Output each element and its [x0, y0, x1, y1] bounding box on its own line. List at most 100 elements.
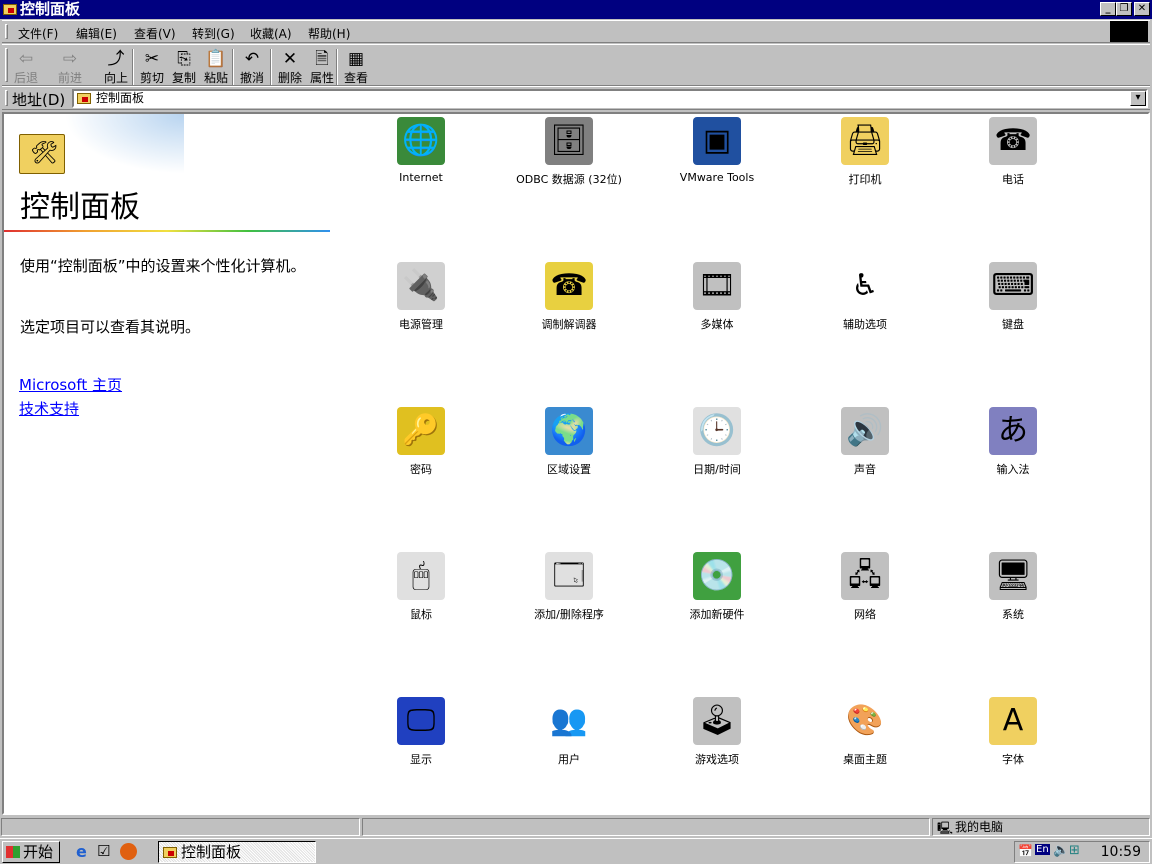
item-label: 日期/时间	[693, 463, 741, 476]
toolbar-separator	[132, 49, 134, 85]
color-divider	[4, 230, 330, 232]
item-label: 桌面主题	[843, 753, 887, 766]
start-button[interactable]: 开始	[2, 841, 60, 863]
toolbar-label: 查看	[343, 71, 368, 85]
control-panel-item[interactable]: 🌐 Internet	[351, 117, 491, 184]
item-label: ODBC 数据源 (32位)	[516, 173, 622, 186]
keys-icon: 🔑	[397, 407, 445, 455]
power-management-icon: 🔌	[397, 262, 445, 310]
input-language-indicator[interactable]: En	[1035, 844, 1050, 855]
address-bar: 地址(D) 控制面板 ▾	[2, 86, 1150, 110]
control-panel-item[interactable]: 🌍 区域设置	[499, 407, 639, 477]
item-label: 电源管理	[399, 318, 443, 331]
toolbar-paste-button[interactable]: 📋 粘贴	[200, 49, 232, 86]
control-panel-item[interactable]: ▣ VMware Tools	[647, 117, 787, 184]
toolbar-undo-button[interactable]: ↶ 撤消	[236, 49, 268, 86]
control-panel-item[interactable]: 🔊 声音	[795, 407, 935, 477]
menu-help[interactable]: 帮助(H)	[308, 25, 350, 42]
control-panel-item[interactable]: 🖥 系统	[943, 552, 1083, 622]
item-label: 多媒体	[700, 318, 734, 331]
control-panel-item[interactable]: 🎞 多媒体	[647, 262, 787, 332]
control-panel-item[interactable]: 💿 添加新硬件	[647, 552, 787, 622]
firefox-icon[interactable]	[120, 843, 137, 860]
item-label: 电话	[1002, 173, 1024, 186]
control-panel-item[interactable]: 🗄 ODBC 数据源 (32位)	[499, 117, 639, 187]
menu-goto[interactable]: 转到(G)	[192, 25, 235, 42]
outlook-express-icon[interactable]: ☑	[97, 842, 110, 860]
item-label: 添加/删除程序	[534, 608, 604, 621]
control-panel-item[interactable]: ☎ 调制解调器	[499, 262, 639, 332]
toolbar-scissors-button[interactable]: ✂ 剪切	[136, 49, 168, 86]
view-icon: ▦	[347, 49, 365, 69]
sound-speaker-icon: 🔊	[841, 407, 889, 455]
toolbar-properties-button[interactable]: 🗎 属性	[306, 49, 338, 86]
address-value: 控制面板	[96, 91, 145, 105]
close-button[interactable]: ✕	[1134, 2, 1150, 16]
back-arrow-icon: ⇦	[18, 49, 34, 69]
accessibility-icon: ♿	[841, 262, 889, 310]
item-label: VMware Tools	[679, 171, 755, 184]
control-panel-item[interactable]: ♿ 辅助选项	[795, 262, 935, 332]
control-panel-item[interactable]: ☎ 电话	[943, 117, 1083, 187]
toolbar-label: 粘贴	[203, 71, 228, 85]
control-panel-item[interactable]: 🖵 显示	[351, 697, 491, 767]
toolbar-delete-button[interactable]: ✕ 删除	[274, 49, 306, 86]
toolbar-forward-arrow-button[interactable]: ⇨ 前进	[54, 49, 86, 86]
control-panel-item[interactable]: 🎨 桌面主题	[795, 697, 935, 767]
item-label: 网络	[854, 608, 876, 621]
toolbar-label: 剪切	[139, 71, 164, 85]
control-panel-item[interactable]: 🕒 日期/时间	[647, 407, 787, 477]
odbc-database-icon: 🗄	[545, 117, 593, 165]
menu-edit[interactable]: 编辑(E)	[76, 25, 117, 42]
volume-icon[interactable]: 🔈	[1053, 843, 1069, 858]
microsoft-home-link[interactable]: Microsoft 主页	[19, 374, 122, 395]
control-panel-item[interactable]: 🖨 打印机	[795, 117, 935, 187]
menu-bar: 文件(F) 编辑(E) 查看(V) 转到(G) 收藏(A) 帮助(H)	[2, 20, 1150, 43]
toolbar-copy-button[interactable]: ⎘ 复制	[168, 49, 200, 86]
content-area: 控制面板 使用“控制面板”中的设置来个性化计算机。 选定项目可以查看其说明。 M…	[2, 112, 1150, 815]
toolbar-up-folder-button[interactable]: ⤴ 向上	[100, 49, 132, 86]
toolbar-back-arrow-button[interactable]: ⇦ 后退	[10, 49, 42, 86]
title-bar: 控制面板 _ ❐ ✕	[0, 0, 1152, 19]
network-tray-icon[interactable]: ⊞	[1069, 843, 1080, 858]
toolbar-label: 撤消	[239, 71, 264, 85]
taskbar-task-control-panel[interactable]: 控制面板	[158, 841, 316, 863]
address-input[interactable]: 控制面板 ▾	[72, 89, 1148, 108]
address-dropdown-button[interactable]: ▾	[1130, 91, 1146, 106]
scheduler-icon[interactable]: 📅	[1018, 844, 1033, 858]
control-panel-item[interactable]: 🖧 网络	[795, 552, 935, 622]
menu-view[interactable]: 查看(V)	[134, 25, 176, 42]
status-pane-2	[362, 818, 930, 836]
minimize-button[interactable]: _	[1100, 2, 1116, 16]
menu-file[interactable]: 文件(F)	[18, 25, 58, 42]
control-panel-item[interactable]: 🕹 游戏选项	[647, 697, 787, 767]
item-label: 辅助选项	[843, 318, 887, 331]
copy-icon: ⎘	[177, 49, 191, 69]
users-icon: 👥	[545, 697, 593, 745]
control-panel-item[interactable]: 👥 用户	[499, 697, 639, 767]
control-panel-item[interactable]: 🔑 密码	[351, 407, 491, 477]
control-panel-item[interactable]: 🗔 添加/删除程序	[499, 552, 639, 622]
menu-favorites[interactable]: 收藏(A)	[250, 25, 292, 42]
control-panel-item[interactable]: 🔌 电源管理	[351, 262, 491, 332]
keyboard-icon: ⌨	[989, 262, 1037, 310]
status-bar: 🖳 我的电脑	[0, 817, 1152, 837]
ie-icon[interactable]: e	[76, 842, 87, 861]
telephone-icon: ☎	[989, 117, 1037, 165]
control-panel-item[interactable]: A 字体	[943, 697, 1083, 767]
windows-logo	[1110, 21, 1148, 42]
control-panel-icon	[163, 847, 177, 858]
item-label: 键盘	[1002, 318, 1024, 331]
system-tray: 📅 En 🔈 ⊞ 10:59	[1014, 841, 1150, 863]
control-panel-item[interactable]: あ输入法	[943, 407, 1083, 477]
toolbar-view-button[interactable]: ▦ 查看	[340, 49, 372, 86]
restore-button[interactable]: ❐	[1116, 2, 1132, 16]
control-panel-icon	[3, 4, 17, 15]
status-pane-1	[1, 818, 360, 836]
control-panel-large-icon	[19, 134, 65, 174]
item-label: 密码	[410, 463, 432, 476]
control-panel-item[interactable]: ⌨ 键盘	[943, 262, 1083, 332]
control-panel-item[interactable]: 🖱 鼠标	[351, 552, 491, 622]
tech-support-link[interactable]: 技术支持	[19, 398, 79, 419]
up-folder-icon: ⤴	[107, 49, 125, 69]
